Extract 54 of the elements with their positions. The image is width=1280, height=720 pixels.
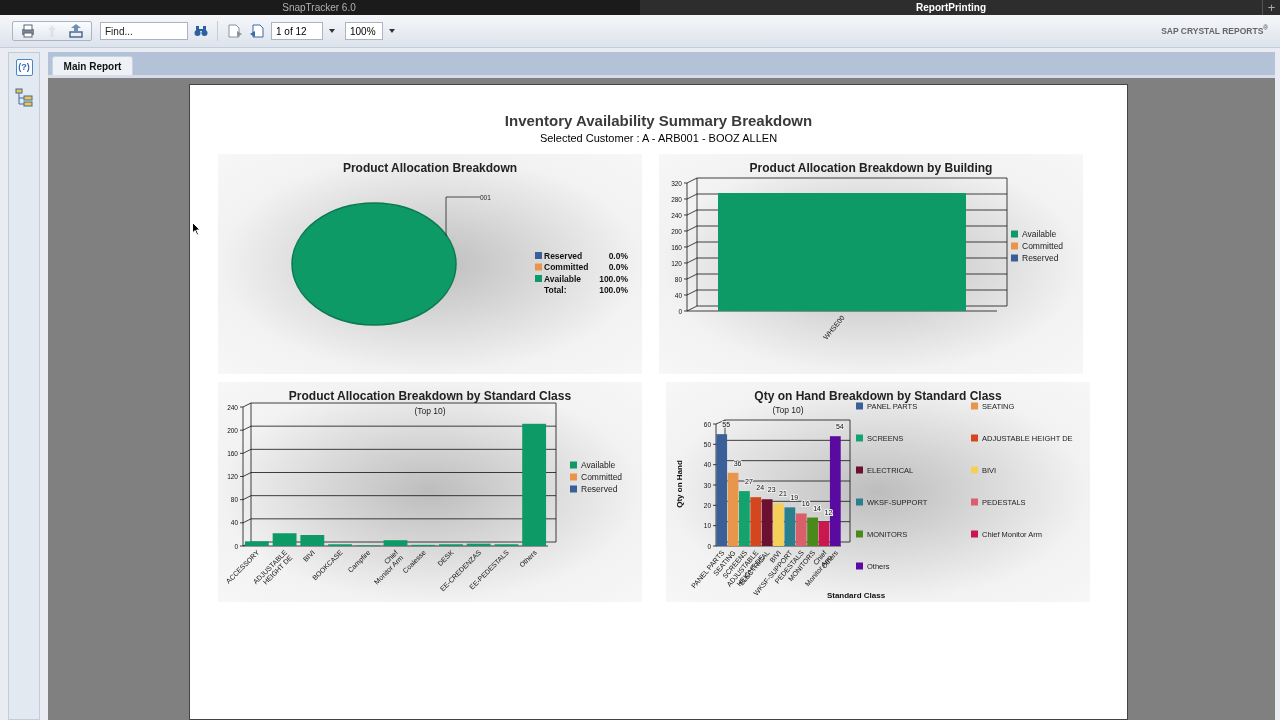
window-tab[interactable]: ReportPrinting [640,0,1262,15]
chart-title: Qty on Hand Breakdown by Standard Class [754,389,1002,403]
bar [761,499,773,546]
bar [466,543,491,546]
bar [739,491,750,546]
chart-subtitle: (Top 10) [772,405,804,415]
legend-label: Reserved [581,484,618,494]
leader-line [445,196,481,237]
chart-title: Product Allocation Breakdown by Building [749,161,993,175]
legend-label: Available [1022,229,1057,239]
page-arrow-icon[interactable] [249,24,265,38]
tree-icon[interactable] [15,88,33,107]
chart-title: Product Allocation Breakdown by Standard Class [288,389,572,403]
chart-title: Product Allocation Breakdown [342,161,518,175]
bar [795,513,807,546]
legend-label: Reserved [544,250,583,261]
bar [272,533,297,546]
report-subtitle: Selected Customer : A - ARB001 - BOOZ ALLEN [539,131,778,145]
find-field[interactable]: Find... [100,22,188,40]
caret-icon[interactable] [329,29,335,33]
legend-label: Committed [544,262,589,272]
printer-icon [20,23,36,39]
report-tab[interactable]: Main Report [52,56,133,75]
legend-label: Committed [1022,241,1064,251]
zoom-field[interactable]: 100% [345,22,383,40]
brand-label: SAP CRYSTAL REPORTS$^{®}$ [1161,24,1268,38]
caret-icon[interactable] [389,29,395,33]
legend-label: Available [581,460,616,470]
cursor-icon [192,222,201,236]
legend-value: 100.0% [599,273,628,284]
legend-label: Reserved [1022,253,1059,263]
legend-value: 0.0% [608,262,628,272]
binoculars-icon[interactable] [194,25,208,37]
legend-label: Committed [581,472,623,482]
legend-label: Available [544,273,581,284]
bar [807,517,818,546]
tray-arrow-icon [68,23,84,39]
bar [773,503,784,546]
chart-subtitle: (Top 10) [414,406,446,416]
page-arrow-icon[interactable] [227,24,243,38]
report-title: Inventory Availability Summary Breakdown [504,112,813,130]
legend-label: Total: [544,285,567,295]
bar [383,540,408,546]
page-field[interactable]: 1 of 12 [271,22,323,40]
bar [750,497,762,546]
help-button[interactable]: (?) [15,59,33,76]
bar [244,541,269,546]
bar [300,535,325,546]
axis-title: Standard Class [826,591,886,600]
new-tab-button[interactable]: + [1262,0,1280,15]
axis-title: Qty on Hand [675,460,684,508]
legend-value: 100.0% [599,285,628,295]
bar [784,507,796,546]
legend-value: 0.0% [608,250,628,261]
